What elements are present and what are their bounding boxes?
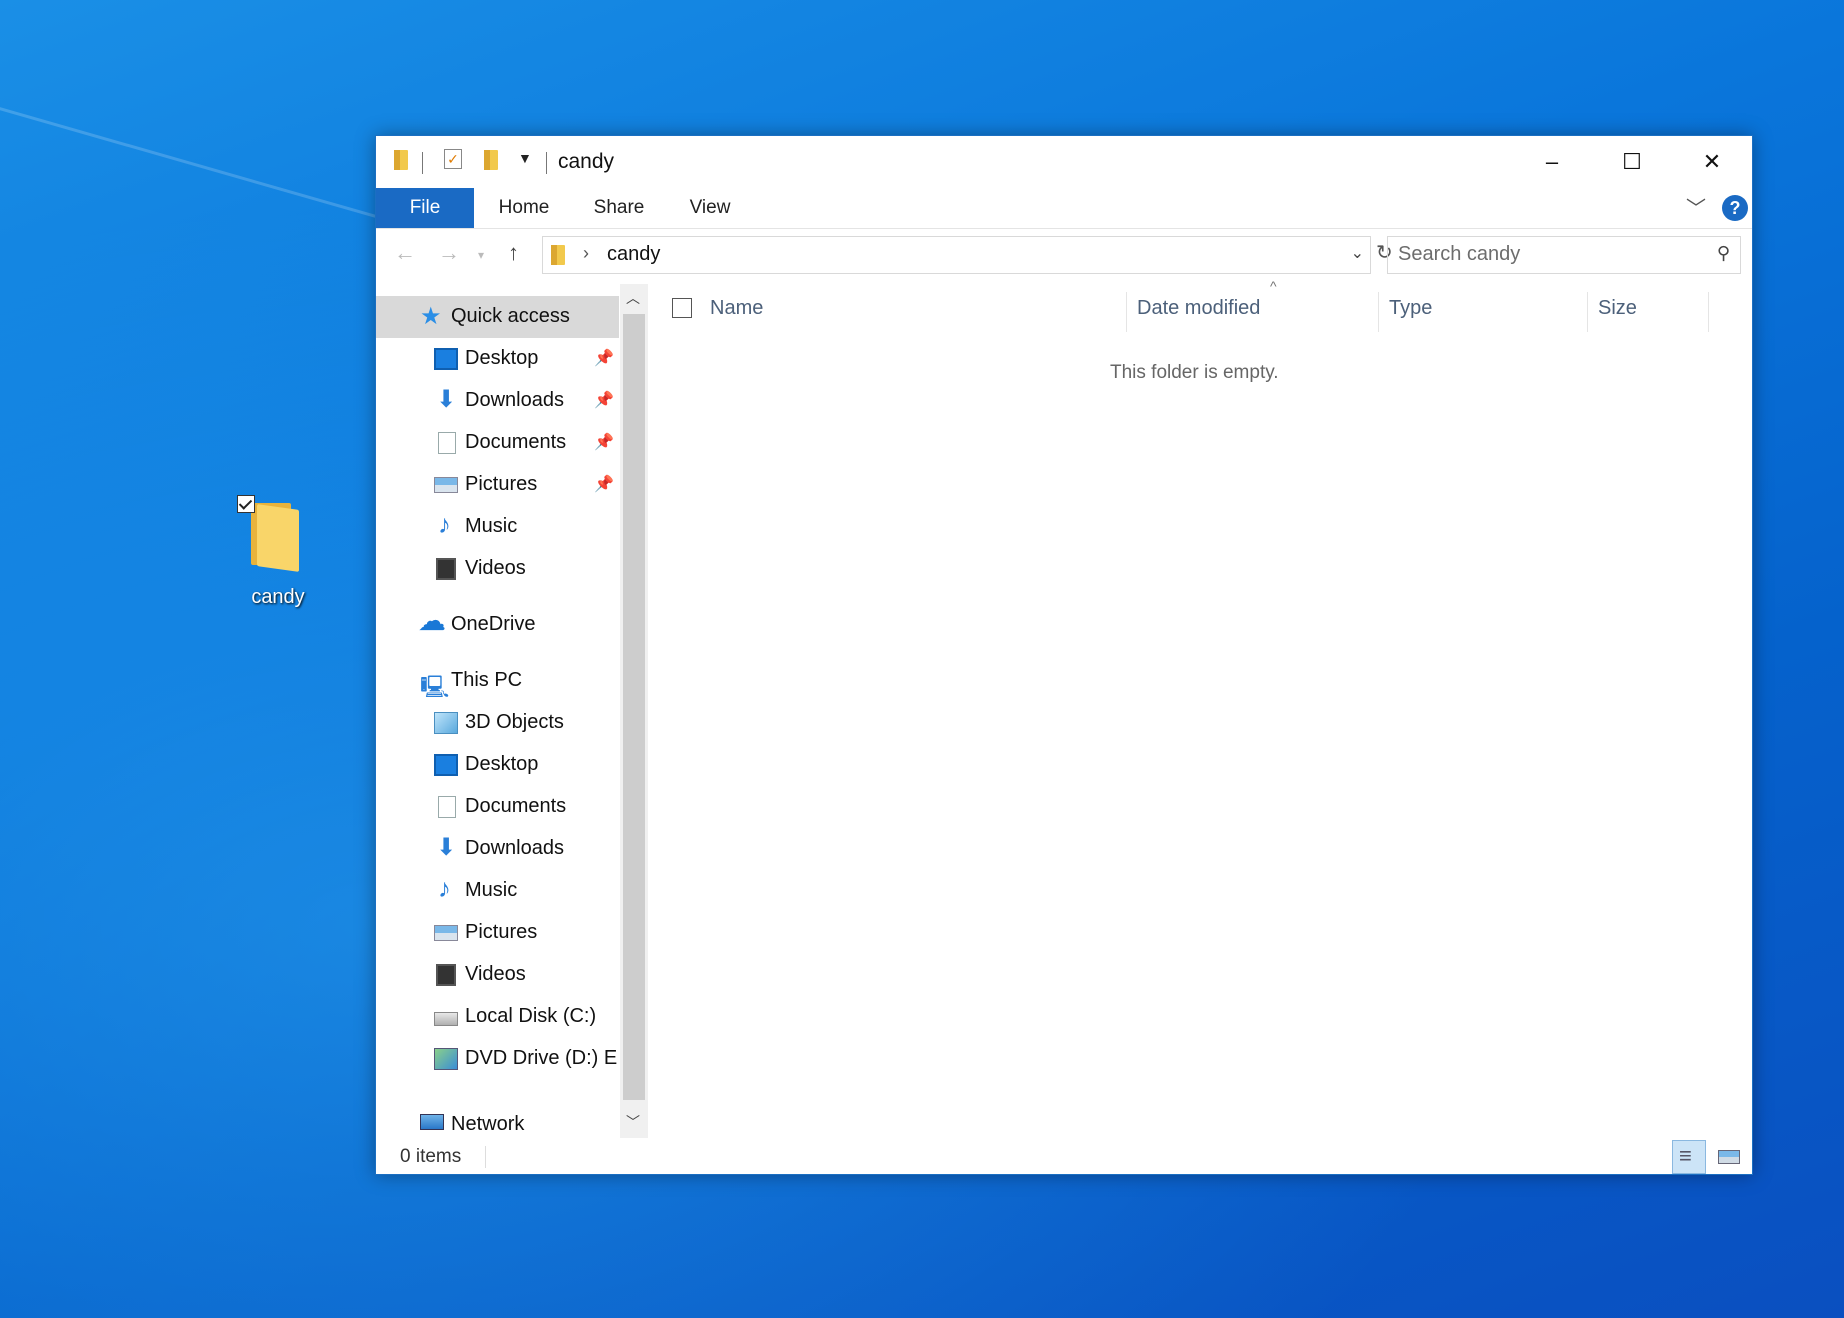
dvd-drive-icon [434, 1048, 458, 1070]
nav-quick-desktop[interactable]: Desktop 📌 [376, 338, 619, 380]
cube-icon [434, 712, 458, 734]
tab-share[interactable]: Share [584, 188, 654, 228]
status-bar: 0 items [376, 1140, 1752, 1174]
column-type[interactable]: Type [1389, 284, 1432, 332]
document-icon [438, 432, 456, 454]
maximize-button[interactable]: ☐ [1592, 136, 1672, 188]
scrollbar-thumb[interactable] [623, 314, 645, 1100]
column-date-modified[interactable]: Date modified [1137, 284, 1260, 332]
nav-quick-music[interactable]: ♪ Music [376, 506, 619, 548]
large-icons-view-button[interactable] [1712, 1140, 1746, 1174]
scroll-up-arrow-icon[interactable]: ︿ [626, 288, 640, 308]
navigation-pane: ★ Quick access Desktop 📌 ⬇ Downloads 📌 D… [376, 284, 619, 1138]
star-icon: ★ [420, 303, 442, 330]
cloud-icon: ☁ [418, 605, 446, 636]
desktop-icon-label: candy [251, 586, 305, 608]
music-note-icon: ♪ [438, 509, 451, 539]
pin-icon: 📌 [594, 434, 614, 451]
pictures-icon [434, 925, 458, 941]
pin-icon: 📌 [594, 476, 614, 493]
search-icon: ⚲ [1716, 243, 1730, 263]
nav-quick-downloads[interactable]: ⬇ Downloads 📌 [376, 380, 619, 422]
document-icon [438, 796, 456, 818]
selection-checkbox[interactable] [237, 495, 255, 513]
nav-this-pc[interactable]: 🖳 This PC [376, 660, 619, 702]
pin-icon: 📌 [594, 350, 614, 367]
scroll-down-arrow-icon[interactable]: ﹀ [626, 1112, 640, 1132]
tab-file[interactable]: File [376, 188, 474, 228]
sort-ascending-icon: ^ [1270, 278, 1277, 294]
nav-pc-local-disk[interactable]: Local Disk (C:) [376, 996, 619, 1038]
desktop-icon [434, 348, 458, 370]
navigation-bar: ← → ▾ ↑ › candy ⌄ ↻ Search candy ⚲ [376, 230, 1752, 278]
tab-home[interactable]: Home [488, 188, 560, 228]
expand-ribbon-chevron-icon[interactable]: ﹀ [1686, 192, 1706, 221]
window-title: candy [558, 150, 615, 173]
nav-quick-videos[interactable]: Videos [376, 548, 619, 590]
nav-quick-access[interactable]: ★ Quick access [376, 296, 619, 338]
nav-pc-videos[interactable]: Videos [376, 954, 619, 996]
nav-pane-scrollbar[interactable]: ︿ ﹀ [620, 284, 648, 1138]
computer-icon: 🖳 [420, 674, 450, 699]
nav-pc-dvd-drive[interactable]: DVD Drive (D:) E: [376, 1038, 619, 1080]
video-film-icon [436, 558, 456, 580]
video-film-icon [436, 964, 456, 986]
nav-pc-music[interactable]: ♪ Music [376, 870, 619, 912]
nav-quick-pictures[interactable]: Pictures 📌 [376, 464, 619, 506]
empty-folder-message: This folder is empty. [1110, 362, 1279, 383]
music-note-icon: ♪ [438, 873, 451, 903]
ribbon-tabs: File Home Share View ﹀ ? [376, 188, 1752, 229]
file-explorer-window: ✓ ▼ candy – ☐ ✕ File Home Share View ﹀ ?… [375, 135, 1753, 1175]
nav-network[interactable]: Network [376, 1104, 619, 1138]
breadcrumb-chevron-icon[interactable]: › [583, 243, 589, 264]
forward-arrow-icon[interactable]: → [438, 240, 460, 266]
address-path[interactable]: candy [607, 243, 660, 266]
address-bar[interactable]: › candy ⌄ [542, 236, 1371, 274]
recent-locations-chevron-icon[interactable]: ▾ [478, 248, 484, 262]
title-bar: ✓ ▼ candy – ☐ ✕ [376, 136, 1752, 188]
file-list: ^ Name Date modified Type Size This fold… [650, 278, 1752, 1140]
customize-toolbar-dropdown-icon[interactable]: ▼ [518, 150, 532, 166]
download-arrow-icon: ⬇ [436, 834, 457, 861]
nav-pc-3d-objects[interactable]: 3D Objects [376, 702, 619, 744]
desktop-icon [434, 754, 458, 776]
item-count: 0 items [400, 1146, 462, 1167]
network-icon [420, 1114, 444, 1130]
properties-icon[interactable]: ✓ [444, 149, 462, 169]
minimize-button[interactable]: – [1512, 136, 1592, 188]
nav-pc-pictures[interactable]: Pictures [376, 912, 619, 954]
column-size[interactable]: Size [1598, 284, 1637, 332]
pin-icon: 📌 [594, 392, 614, 409]
nav-onedrive[interactable]: ☁ OneDrive [376, 604, 619, 646]
help-button[interactable]: ? [1722, 195, 1748, 221]
up-arrow-icon[interactable]: ↑ [508, 240, 519, 266]
nav-pc-downloads[interactable]: ⬇ Downloads [376, 828, 619, 870]
select-all-checkbox[interactable] [672, 298, 692, 318]
details-view-button[interactable] [1672, 1140, 1706, 1174]
close-button[interactable]: ✕ [1672, 136, 1752, 188]
nav-quick-documents[interactable]: Documents 📌 [376, 422, 619, 464]
hard-disk-icon [434, 1012, 458, 1026]
pictures-icon [434, 477, 458, 493]
tab-view[interactable]: View [680, 188, 740, 228]
download-arrow-icon: ⬇ [436, 386, 457, 413]
search-input[interactable]: Search candy [1398, 243, 1520, 266]
back-arrow-icon[interactable]: ← [394, 240, 416, 266]
search-box[interactable]: Search candy ⚲ [1387, 236, 1741, 274]
folder-icon [251, 503, 301, 572]
nav-pc-documents[interactable]: Documents [376, 786, 619, 828]
address-dropdown-icon[interactable]: ⌄ [1351, 243, 1364, 263]
nav-pc-desktop[interactable]: Desktop [376, 744, 619, 786]
column-name[interactable]: Name [710, 284, 763, 332]
